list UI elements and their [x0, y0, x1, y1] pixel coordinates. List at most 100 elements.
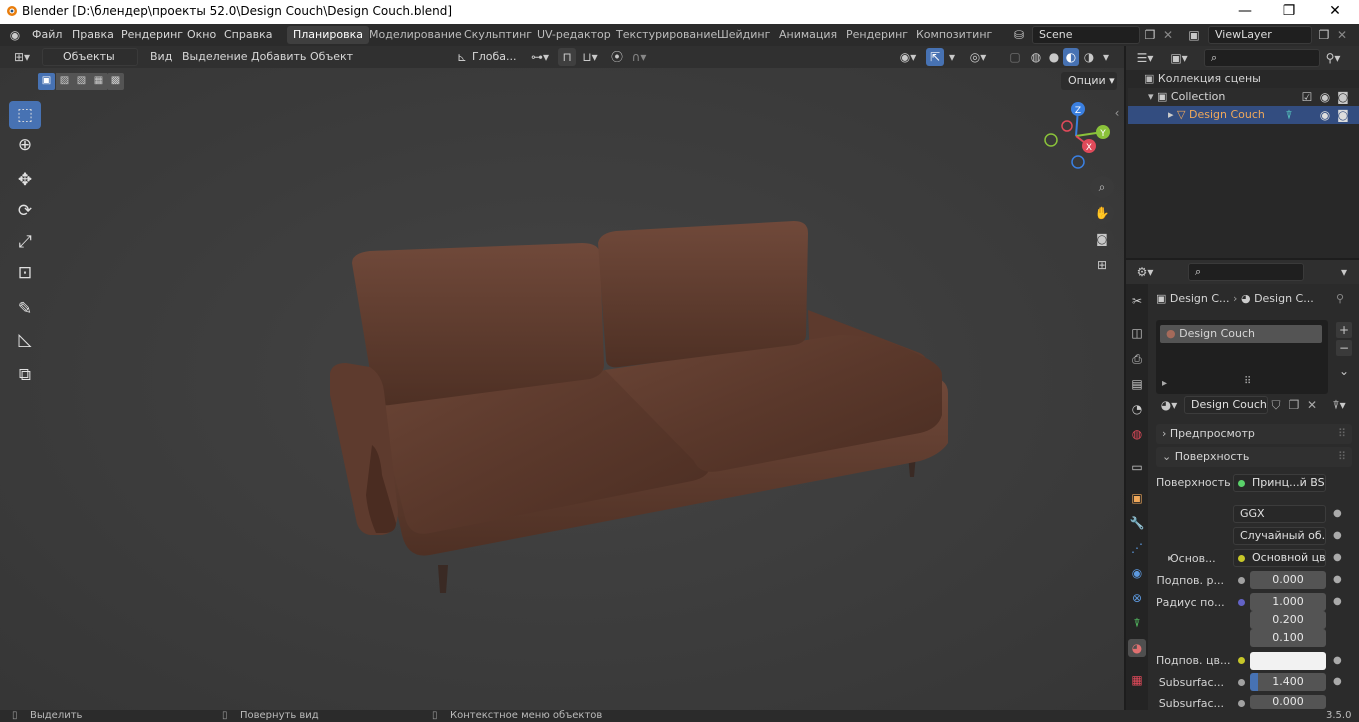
shading-solid-icon[interactable]: ●	[1046, 48, 1062, 66]
falloff-icon[interactable]: ∩▾	[628, 48, 650, 66]
snap-target-icon[interactable]: ⊔▾	[578, 48, 602, 66]
animate-dot-icon[interactable]: ●	[1333, 676, 1342, 687]
tab-uv-editing[interactable]: UV-редактор	[531, 26, 617, 44]
gizmo-dropdown-icon[interactable]: ▾	[946, 48, 958, 66]
expand-arrow-icon[interactable]: ▾	[1148, 90, 1157, 103]
animate-dot-icon[interactable]: ●	[1333, 596, 1342, 607]
animate-dot-icon[interactable]: ●	[1333, 530, 1342, 541]
constraints-tab-icon[interactable]: ⊗	[1128, 589, 1146, 607]
viewport-menu-select[interactable]: Выделение	[182, 50, 248, 63]
camera-icon[interactable]: ◙	[1090, 228, 1114, 250]
xray-toggle-icon[interactable]: ▢	[1006, 48, 1024, 66]
display-mode-icon[interactable]: ▣▾	[1166, 49, 1192, 67]
surface-shader-field[interactable]: Принц...й BSDF	[1233, 474, 1326, 492]
slot-specials-icon[interactable]: ⌄	[1336, 363, 1352, 379]
tab-texture-paint[interactable]: Текстурирование	[610, 26, 723, 44]
tab-modeling[interactable]: Моделирование	[363, 26, 468, 44]
subsurface-radius-y-field[interactable]: 0.200	[1250, 611, 1326, 629]
scene-name-field[interactable]: Scene	[1032, 26, 1140, 44]
select-intersect-icon[interactable]: ▩	[107, 73, 124, 90]
design-couch-model[interactable]	[320, 215, 960, 595]
material-slot-item[interactable]: ● Design Couch	[1160, 325, 1322, 343]
scale-tool-icon[interactable]: ⤢	[9, 228, 41, 256]
shading-material-icon[interactable]: ◐	[1063, 48, 1079, 66]
add-cube-tool-icon[interactable]: ⧉	[9, 361, 41, 389]
delete-view-layer-icon[interactable]: ✕	[1334, 26, 1350, 44]
shading-wireframe-icon[interactable]: ◍	[1028, 48, 1044, 66]
outliner-row-scene-collection[interactable]: ▣ Коллекция сцены	[1128, 70, 1359, 88]
filter-icon[interactable]: ⚲▾	[1322, 49, 1344, 67]
select-box-tool-icon[interactable]: ⬚	[9, 101, 41, 129]
drag-handle-icon[interactable]: ⠿	[1338, 424, 1346, 444]
material-name-field[interactable]: Design Couch	[1184, 396, 1268, 414]
proportional-edit-icon[interactable]: ⦿	[609, 48, 625, 66]
tab-shading[interactable]: Шейдинг	[711, 26, 776, 44]
properties-editor-type-icon[interactable]: ⚙▾	[1132, 263, 1158, 281]
editor-type-icon[interactable]: ⊞▾	[8, 48, 36, 66]
shading-rendered-icon[interactable]: ◑	[1081, 48, 1097, 66]
transform-orientation-dropdown[interactable]: Глоба...	[472, 50, 516, 63]
subsurface-method-dropdown[interactable]: Случайный об...	[1233, 527, 1326, 545]
gizmo-toggle-icon[interactable]: ⇱	[926, 48, 944, 66]
scene-tab-icon[interactable]: ◔	[1128, 400, 1146, 418]
subsurface-weight-field[interactable]: 0.000	[1250, 571, 1326, 589]
render-camera-icon[interactable]: ◙	[1336, 106, 1350, 124]
animate-dot-icon[interactable]: ●	[1333, 552, 1342, 563]
outliner-row-collection[interactable]: ▾ ▣ Collection ☑ ◉ ◙	[1128, 88, 1359, 106]
animate-dot-icon[interactable]: ●	[1333, 508, 1342, 519]
select-extend-icon[interactable]: ▨	[56, 73, 73, 90]
link-type-icon[interactable]: ⍒▾	[1326, 396, 1352, 414]
expand-arrow-icon[interactable]: ▸	[1168, 553, 1173, 564]
tab-rendering[interactable]: Рендеринг	[840, 26, 914, 44]
rotate-tool-icon[interactable]: ⟳	[9, 197, 41, 225]
outliner-editor-type-icon[interactable]: ☰▾	[1132, 49, 1158, 67]
select-subtract-icon[interactable]: ▧	[73, 73, 90, 90]
chevron-down-icon[interactable]: ▾	[1336, 263, 1352, 281]
mesh-data-icon[interactable]: ⍒	[1282, 106, 1296, 124]
physics-tab-icon[interactable]: ◉	[1128, 564, 1146, 582]
viewport-menu-object[interactable]: Объект	[310, 50, 353, 63]
visibility-icon[interactable]: ◉▾	[896, 48, 920, 66]
pin-icon[interactable]: ⚲	[1336, 290, 1344, 308]
minimize-button[interactable]: —	[1222, 0, 1268, 24]
eye-icon[interactable]: ◉	[1318, 88, 1332, 106]
tab-sculpting[interactable]: Скульптинг	[458, 26, 538, 44]
render-tab-icon[interactable]: ◫	[1128, 324, 1146, 342]
zoom-icon[interactable]: ⌕	[1090, 176, 1114, 198]
modifier-tab-icon[interactable]: 🔧	[1128, 514, 1146, 532]
overlays-icon[interactable]: ◎▾	[966, 48, 990, 66]
delete-scene-icon[interactable]: ✕	[1160, 26, 1176, 44]
grid-perspective-icon[interactable]: ⊞	[1090, 254, 1114, 276]
scene-selector-icon[interactable]: ⛁	[1008, 26, 1030, 44]
eye-icon[interactable]: ◉	[1318, 106, 1332, 124]
select-invert-icon[interactable]: ▦	[90, 73, 107, 90]
pan-hand-icon[interactable]: ✋	[1090, 202, 1114, 224]
view-layer-field[interactable]: ViewLayer	[1208, 26, 1312, 44]
tab-animation[interactable]: Анимация	[773, 26, 843, 44]
subsurface-ior-field[interactable]: 1.400	[1250, 673, 1326, 691]
new-view-layer-icon[interactable]: ❐	[1316, 26, 1332, 44]
data-tab-icon[interactable]: ⍒	[1128, 614, 1146, 632]
tool-tab-icon[interactable]: ✂	[1128, 292, 1146, 310]
close-button[interactable]: ✕	[1312, 0, 1358, 24]
shading-dropdown-icon[interactable]: ▾	[1099, 48, 1113, 66]
options-dropdown[interactable]: Опции ▾	[1061, 72, 1117, 90]
select-new-icon[interactable]: ▣	[38, 73, 55, 90]
tab-compositing[interactable]: Композитинг	[910, 26, 998, 44]
viewport-menu-add[interactable]: Добавить	[251, 50, 306, 63]
menu-edit[interactable]: Правка	[72, 28, 114, 41]
expand-arrow-icon[interactable]: ▸	[1168, 108, 1177, 121]
collection-tab-icon[interactable]: ▭	[1128, 458, 1146, 476]
menu-file[interactable]: Файл	[32, 28, 62, 41]
base-color-link-field[interactable]: Основной цвет	[1233, 549, 1326, 567]
blender-menu-icon[interactable]: ◉	[6, 26, 24, 44]
distribution-dropdown[interactable]: GGX	[1233, 505, 1326, 523]
view-layer-tab-icon[interactable]: ▤	[1128, 375, 1146, 393]
maximize-button[interactable]: ❐	[1266, 0, 1312, 24]
texture-tab-icon[interactable]: ▦	[1128, 671, 1146, 689]
animate-dot-icon[interactable]: ●	[1333, 574, 1342, 585]
render-camera-icon[interactable]: ◙	[1336, 88, 1350, 106]
annotate-tool-icon[interactable]: ✎	[9, 295, 41, 323]
pivot-point-icon[interactable]: ⊶▾	[528, 48, 552, 66]
output-tab-icon[interactable]: ⎙	[1128, 350, 1146, 368]
